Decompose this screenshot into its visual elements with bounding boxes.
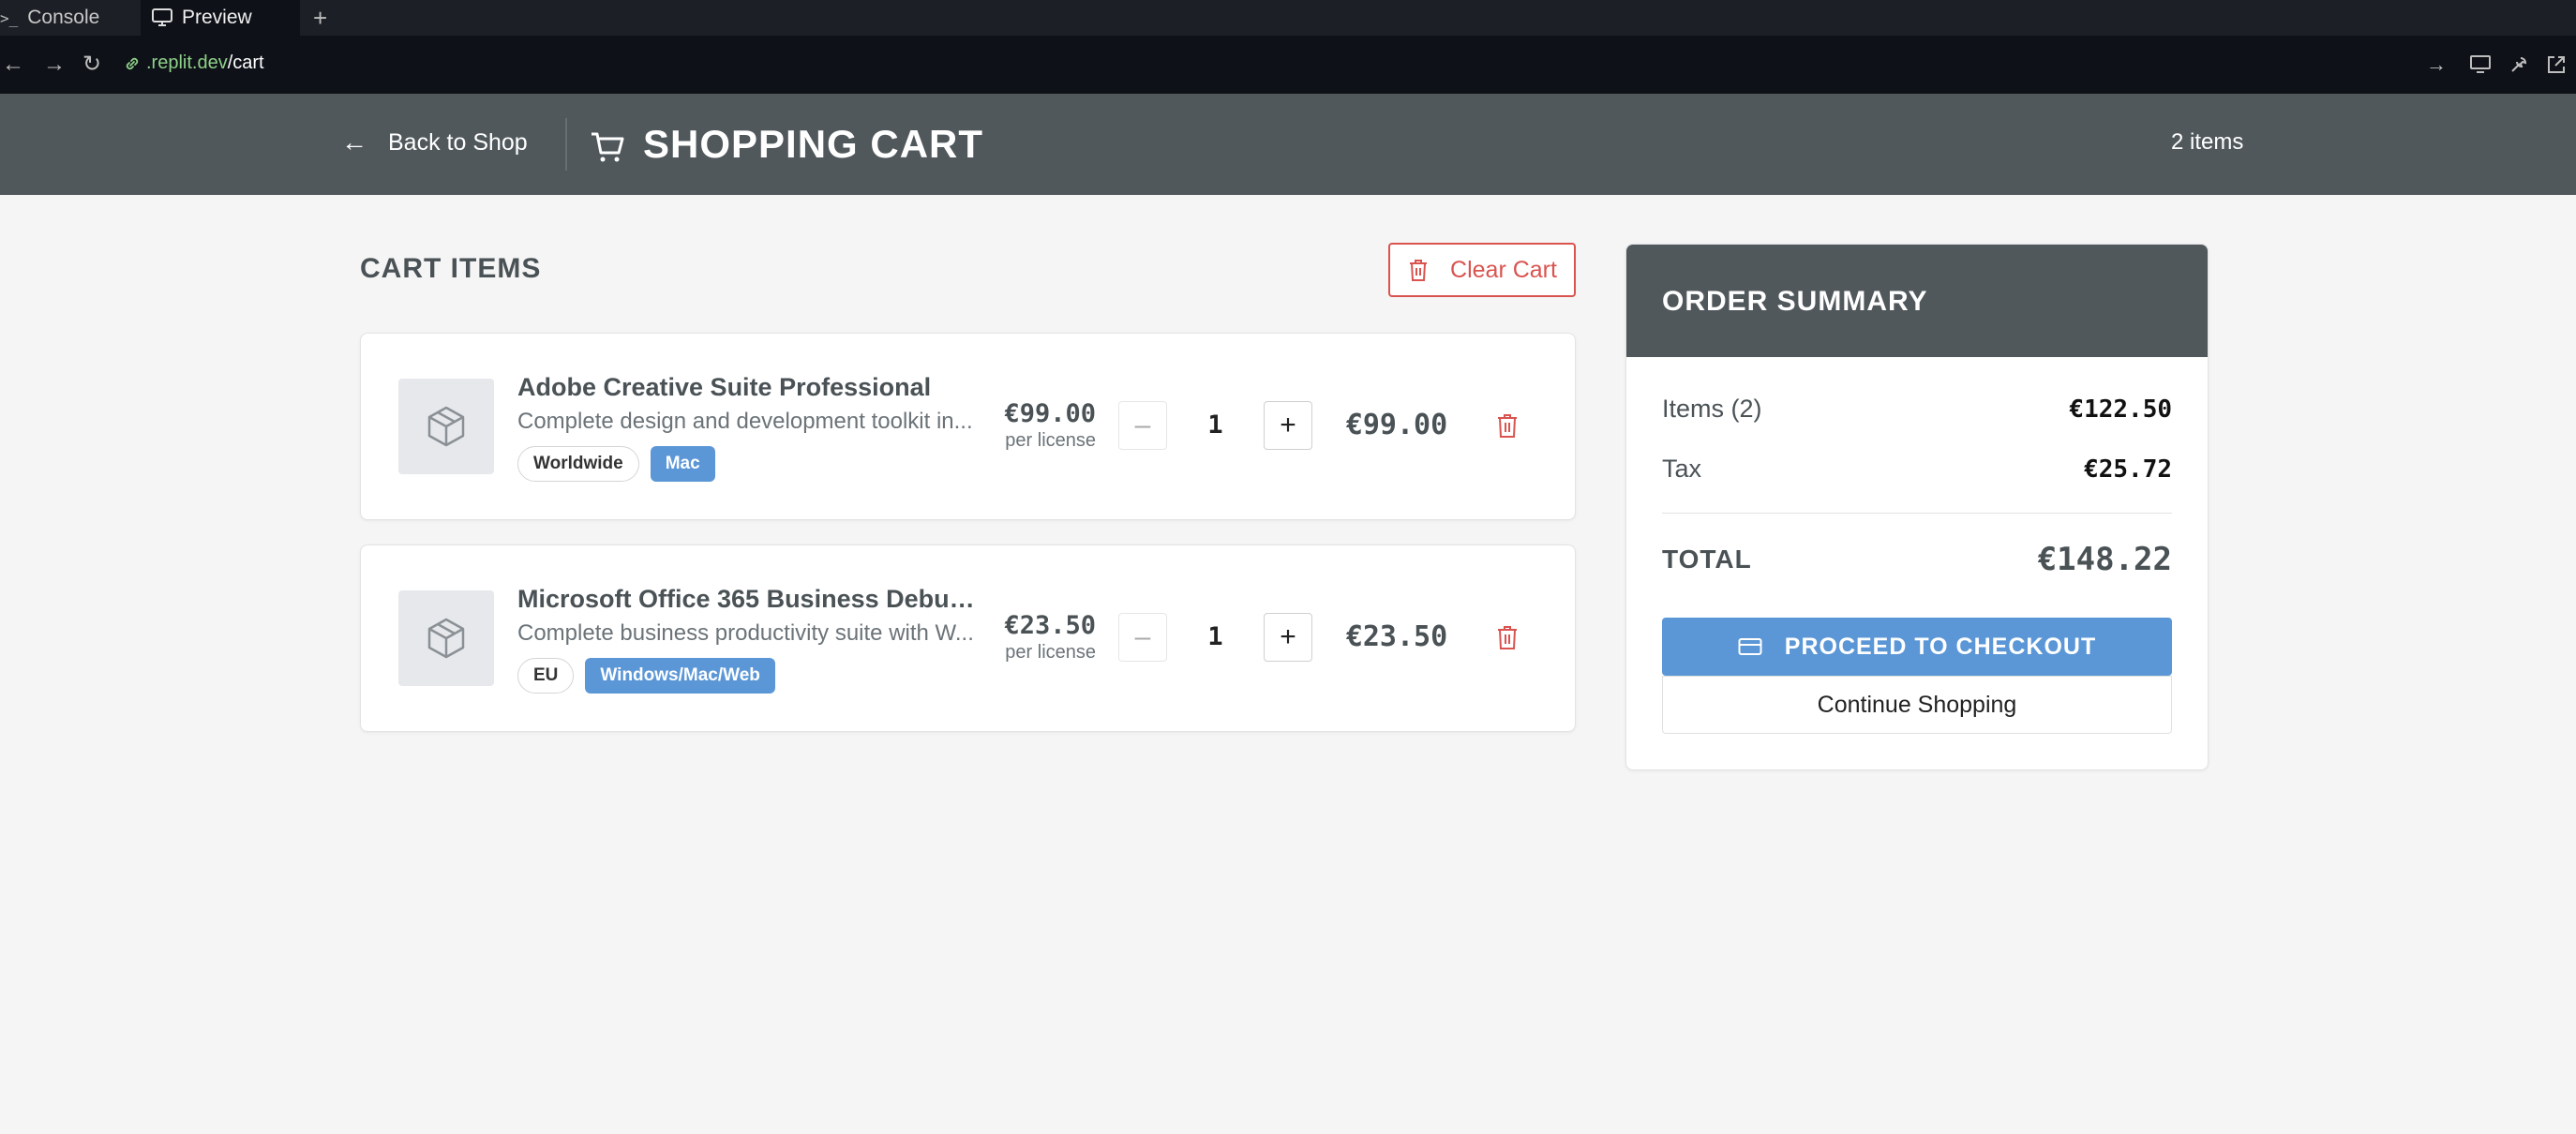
page-title: SHOPPING CART (643, 122, 984, 166)
proceed-to-checkout-button[interactable]: PROCEED TO CHECKOUT (1662, 618, 2172, 676)
shopping-cart-icon (592, 132, 624, 162)
forward-arrow-icon[interactable]: → (43, 52, 66, 77)
cart-item: Microsoft Office 365 Business Debug ... … (360, 545, 1576, 732)
summary-tax-label: Tax (1662, 455, 1702, 483)
arrow-left-icon: ← (341, 127, 367, 157)
browser-urlbar: ← → ↻ .replit.dev/cart → (0, 36, 2576, 94)
back-to-shop-button[interactable]: ← Back to Shop (341, 127, 528, 157)
tab-preview[interactable]: Preview (141, 0, 300, 36)
line-total: €23.50 (1345, 620, 1448, 653)
summary-total-value: €148.22 (2037, 541, 2172, 578)
devices-icon[interactable] (2469, 54, 2492, 75)
checkout-label: PROCEED TO CHECKOUT (1784, 633, 2097, 660)
wrench-icon[interactable] (2509, 54, 2529, 75)
package-icon (427, 618, 465, 659)
increase-quantity-button[interactable]: + (1264, 401, 1312, 450)
unit-price: €23.50 per license (980, 611, 1096, 664)
terminal-icon: >_ (0, 8, 19, 27)
header-divider (565, 118, 567, 171)
plus-icon: + (1280, 621, 1296, 652)
remove-item-icon[interactable] (1495, 624, 1520, 650)
external-link-icon[interactable] (2546, 54, 2567, 75)
clear-cart-label: Clear Cart (1450, 256, 1557, 283)
product-tags: EU Windows/Mac/Web (517, 658, 775, 694)
quantity-value: 1 (1207, 622, 1223, 651)
trash-icon (1410, 260, 1428, 281)
quantity-value: 1 (1207, 410, 1223, 440)
decrease-quantity-button[interactable]: – (1118, 613, 1167, 662)
link-icon (126, 57, 139, 69)
platform-badge: Mac (650, 446, 715, 482)
summary-tax-row: Tax €25.72 (1662, 455, 2172, 484)
product-thumbnail (398, 590, 494, 686)
summary-total-label: TOTAL (1662, 545, 1752, 574)
summary-divider (1662, 513, 2172, 514)
summary-items-row: Items (2) €122.50 (1662, 395, 2172, 424)
remove-item-icon[interactable] (1495, 412, 1520, 439)
unit-price-value: €99.00 (1004, 399, 1096, 428)
new-tab-button[interactable]: + (313, 0, 327, 36)
continue-shopping-button[interactable]: Continue Shopping (1662, 676, 2172, 734)
cart-item: Adobe Creative Suite Professional Comple… (360, 333, 1576, 520)
region-badge: Worldwide (517, 446, 639, 482)
line-total: €99.00 (1345, 409, 1448, 441)
product-name[interactable]: Microsoft Office 365 Business Debug ... (517, 585, 977, 614)
product-description: Complete design and development toolkit … (517, 409, 973, 434)
summary-tax-value: €25.72 (2084, 455, 2172, 484)
monitor-icon (152, 8, 172, 26)
product-tags: Worldwide Mac (517, 446, 715, 482)
cart-item-count: 2 items (2171, 129, 2244, 155)
increase-quantity-button[interactable]: + (1264, 613, 1312, 662)
plus-icon: + (1280, 410, 1296, 440)
product-name[interactable]: Adobe Creative Suite Professional (517, 373, 977, 402)
unit-price: €99.00 per license (980, 399, 1096, 452)
tab-label: Console (27, 7, 100, 28)
credit-card-icon (1738, 638, 1762, 655)
unit-price-caption: per license (1005, 430, 1096, 451)
url-path: /cart (227, 52, 264, 73)
go-arrow-icon[interactable]: → (2426, 52, 2447, 77)
order-summary-panel: ORDER SUMMARY Items (2) €122.50 Tax €25.… (1625, 244, 2209, 770)
order-summary-title: ORDER SUMMARY (1626, 245, 2208, 357)
unit-price-value: €23.50 (1004, 611, 1096, 640)
tab-console[interactable]: >_ Console (0, 0, 99, 36)
minus-icon: – (1134, 621, 1151, 652)
app-header: ← Back to Shop SHOPPING CART 2 items (0, 94, 2576, 195)
product-thumbnail (398, 379, 494, 474)
reload-icon[interactable]: ↻ (82, 52, 101, 77)
unit-price-caption: per license (1005, 642, 1096, 663)
url-field[interactable]: .replit.dev/cart (124, 52, 264, 74)
browser-tabbar: >_ Console Preview + (0, 0, 2576, 36)
package-icon (427, 406, 465, 447)
decrease-quantity-button[interactable]: – (1118, 401, 1167, 450)
url-host: .replit.dev (146, 52, 228, 73)
tab-label: Preview (182, 7, 252, 28)
clear-cart-button[interactable]: Clear Cart (1388, 243, 1576, 297)
product-description: Complete business productivity suite wit… (517, 620, 974, 646)
region-badge: EU (517, 658, 575, 694)
back-arrow-icon[interactable]: ← (2, 52, 24, 77)
summary-items-value: €122.50 (2069, 395, 2172, 424)
summary-total-row: TOTAL €148.22 (1662, 541, 2172, 578)
minus-icon: – (1134, 410, 1151, 440)
back-label: Back to Shop (388, 128, 528, 156)
cart-items-heading: CART ITEMS (360, 253, 542, 284)
platform-badge: Windows/Mac/Web (585, 658, 775, 694)
summary-items-label: Items (2) (1662, 395, 1762, 423)
